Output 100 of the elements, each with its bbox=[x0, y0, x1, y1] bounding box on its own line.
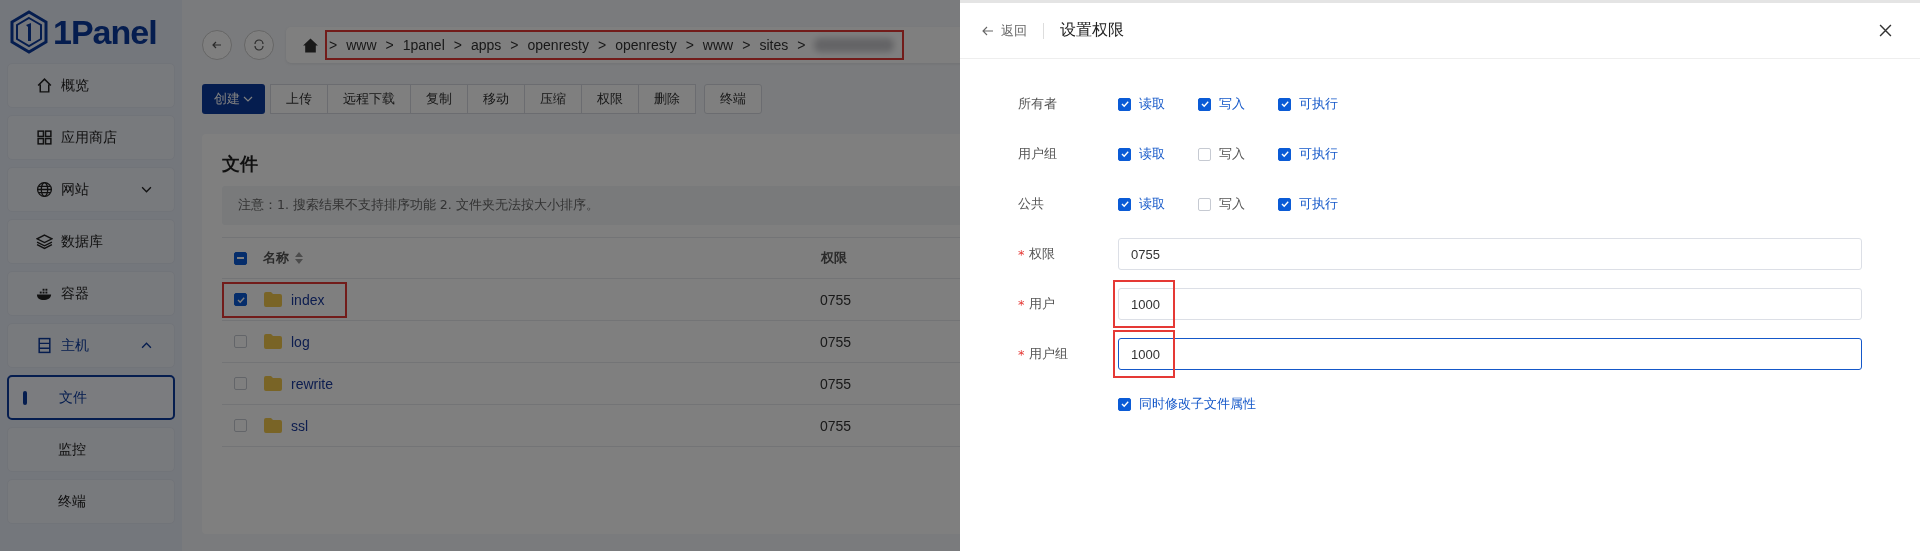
server-icon bbox=[36, 337, 53, 354]
file-link[interactable]: ssl bbox=[291, 417, 309, 434]
toolbar-button[interactable]: 远程下载 bbox=[327, 84, 411, 114]
toolbar-button[interactable]: 复制 bbox=[410, 84, 468, 114]
refresh-icon bbox=[253, 39, 265, 51]
separator-text: > bbox=[797, 37, 806, 53]
select-all-checkbox[interactable] bbox=[234, 251, 247, 265]
form-label: 权限 bbox=[1028, 245, 1055, 263]
sidebar-item[interactable]: 数据库 bbox=[7, 219, 175, 264]
separator-text: > bbox=[685, 37, 694, 53]
required-mark: * bbox=[1018, 346, 1025, 362]
separator-text: > bbox=[598, 37, 607, 53]
breadcrumb-link[interactable]: sites bbox=[759, 37, 789, 53]
folder-icon bbox=[264, 334, 282, 349]
file-link[interactable]: rewrite bbox=[291, 375, 333, 392]
folder-icon bbox=[264, 418, 282, 433]
form-label: 用户组 bbox=[1028, 345, 1068, 363]
chevron-up-icon bbox=[141, 342, 152, 349]
grid-icon bbox=[36, 129, 53, 146]
toolbar-button[interactable]: 上传 bbox=[270, 84, 328, 114]
terminal-button[interactable]: 终端 bbox=[704, 84, 762, 114]
subfiles-checkbox[interactable]: 同时修改子文件属性 bbox=[1118, 395, 1256, 413]
required-mark: * bbox=[1018, 246, 1025, 262]
input-field[interactable]: 0755 bbox=[1118, 238, 1862, 270]
sidebar-item[interactable]: 概览 bbox=[7, 63, 175, 108]
separator-text: > bbox=[329, 37, 338, 53]
separator-text: > bbox=[742, 37, 751, 53]
sidebar-item[interactable]: 主机 bbox=[7, 323, 175, 368]
toolbar-button[interactable]: 移动 bbox=[467, 84, 525, 114]
permission-checkbox[interactable]: 可执行 bbox=[1278, 95, 1338, 113]
permission-checkbox[interactable]: 写入 bbox=[1198, 95, 1258, 113]
card-title: 文件 bbox=[222, 152, 258, 176]
input-field[interactable]: 1000 bbox=[1118, 288, 1862, 320]
check-icon bbox=[1119, 399, 1130, 409]
permission-checkbox[interactable]: 写入 bbox=[1198, 145, 1258, 163]
home-icon[interactable] bbox=[302, 36, 319, 54]
permission-checkbox[interactable]: 可执行 bbox=[1278, 145, 1338, 163]
separator-text: > bbox=[510, 37, 519, 53]
separator-text: > bbox=[385, 37, 394, 53]
refresh-button[interactable] bbox=[244, 30, 274, 60]
check-icon bbox=[1199, 99, 1210, 109]
table-cell: 0755 bbox=[820, 375, 852, 392]
column-header: 权限 bbox=[821, 249, 847, 267]
breadcrumb-link[interactable]: apps bbox=[470, 37, 502, 53]
close-icon[interactable] bbox=[1879, 24, 1892, 37]
layers-icon bbox=[36, 233, 53, 250]
check-icon bbox=[1119, 149, 1130, 159]
home-icon bbox=[36, 77, 53, 94]
sort-icon[interactable] bbox=[295, 252, 303, 264]
notice-text: 注意：1. 搜索结果不支持排序功能 2. 文件夹无法按大小排序。 bbox=[238, 197, 599, 212]
toolbar-button[interactable]: 压缩 bbox=[524, 84, 582, 114]
form-label: 所有者 bbox=[1018, 95, 1058, 113]
input-field[interactable]: 1000 bbox=[1118, 338, 1862, 370]
sidebar-item[interactable]: 终端 bbox=[7, 479, 175, 524]
caret-icon bbox=[243, 96, 253, 102]
row-checkbox[interactable] bbox=[234, 293, 247, 306]
check-icon bbox=[1279, 149, 1290, 159]
permission-checkbox[interactable]: 读取 bbox=[1118, 145, 1178, 163]
separator-text: > bbox=[453, 37, 462, 53]
globe-icon bbox=[36, 181, 53, 198]
breadcrumb-link[interactable]: www bbox=[346, 37, 377, 53]
logo-icon bbox=[9, 10, 49, 54]
check-icon bbox=[1119, 199, 1130, 209]
table-cell: 0755 bbox=[820, 333, 852, 350]
permission-checkbox[interactable]: 读取 bbox=[1118, 195, 1178, 213]
sidebar-item[interactable]: 应用商店 bbox=[7, 115, 175, 160]
breadcrumb-link[interactable]: 1panel bbox=[402, 37, 445, 53]
arrow-left-icon bbox=[211, 39, 223, 51]
table-cell: 0755 bbox=[820, 417, 852, 434]
back-link[interactable]: 返回 bbox=[982, 21, 1027, 40]
permission-checkbox[interactable]: 读取 bbox=[1118, 95, 1178, 113]
sidebar-item[interactable]: 文件 bbox=[7, 375, 175, 420]
sidebar-item[interactable]: 网站 bbox=[7, 167, 175, 212]
toolbar-button[interactable]: 删除 bbox=[638, 84, 696, 114]
chevron-down-icon bbox=[141, 186, 152, 193]
file-link[interactable]: index bbox=[291, 291, 325, 308]
form-label: 公共 bbox=[1018, 195, 1045, 213]
table-cell: 0755 bbox=[820, 291, 852, 308]
check-icon bbox=[1119, 99, 1130, 109]
check-icon bbox=[1279, 199, 1290, 209]
file-link[interactable]: log bbox=[291, 333, 310, 350]
sidebar-item[interactable]: 容器 bbox=[7, 271, 175, 316]
permission-checkbox[interactable]: 写入 bbox=[1198, 195, 1258, 213]
create-button[interactable]: 创建 bbox=[202, 84, 265, 114]
toolbar-button[interactable]: 权限 bbox=[581, 84, 639, 114]
breadcrumb-link[interactable]: openresty bbox=[615, 37, 677, 53]
column-header[interactable]: 名称 bbox=[263, 249, 289, 267]
required-mark: * bbox=[1018, 296, 1025, 312]
breadcrumb-link[interactable]: www bbox=[702, 37, 734, 53]
permission-checkbox[interactable]: 可执行 bbox=[1278, 195, 1338, 213]
folder-icon bbox=[264, 376, 282, 391]
drawer-title: 设置权限 bbox=[1060, 20, 1125, 41]
back-button[interactable] bbox=[202, 30, 232, 60]
sidebar-item[interactable]: 监控 bbox=[7, 427, 175, 472]
logo-text: 1Panel bbox=[53, 12, 157, 52]
folder-icon bbox=[264, 292, 282, 307]
arrow-left-icon bbox=[982, 25, 994, 36]
form-label: 用户组 bbox=[1018, 145, 1058, 163]
breadcrumb-link[interactable]: openresty bbox=[527, 37, 589, 53]
form-label: 用户 bbox=[1028, 295, 1055, 313]
